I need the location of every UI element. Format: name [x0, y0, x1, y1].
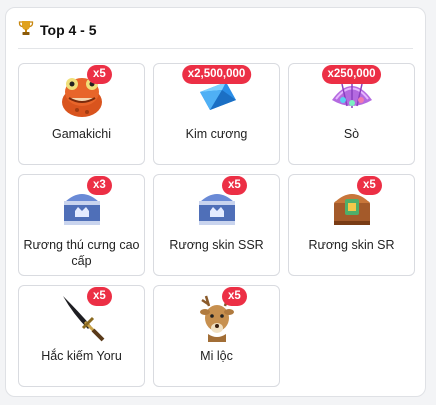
reward-card-diamond[interactable]: x2,500,000 Kim cương [153, 63, 280, 165]
reward-card-gamakichi[interactable]: x5 Gamakichi [18, 63, 145, 165]
reward-name: Rương skin SSR [169, 238, 264, 252]
reward-card-ssr-chest[interactable]: x5 Rương skin SSR [153, 174, 280, 276]
reward-name: Rương skin SR [308, 238, 395, 252]
reward-card-deer[interactable]: x5 Mi lộc [153, 285, 280, 387]
reward-card-shell[interactable]: x250,000 Sò [288, 63, 415, 165]
panel-header: Top 4 - 5 [18, 20, 97, 39]
reward-name: Kim cương [185, 127, 248, 141]
reward-name: Rương thú cưng cao cấp [23, 238, 140, 268]
quantity-badge: x5 [87, 287, 112, 306]
quantity-badge: x5 [222, 176, 247, 195]
rewards-panel: Top 4 - 5 x5 Gamakichi x2,500,000 Kim cư… [5, 7, 426, 397]
quantity-badge: x250,000 [321, 65, 382, 84]
reward-card-black-sword[interactable]: x5 Hắc kiếm Yoru [18, 285, 145, 387]
quantity-badge: x2,500,000 [181, 65, 252, 84]
quantity-badge: x5 [87, 65, 112, 84]
reward-name: Hắc kiếm Yoru [41, 349, 122, 363]
reward-name: Mi lộc [200, 349, 233, 363]
quantity-badge: x5 [357, 176, 382, 195]
panel-title: Top 4 - 5 [40, 21, 97, 38]
reward-card-sr-chest[interactable]: x5 Rương skin SR [288, 174, 415, 276]
header-divider [18, 48, 413, 49]
reward-grid: x5 Gamakichi x2,500,000 Kim cương x250,0… [18, 63, 415, 387]
reward-card-pet-chest[interactable]: x3 Rương thú cưng cao cấp [18, 174, 145, 276]
trophy-icon [18, 20, 34, 39]
quantity-badge: x3 [87, 176, 112, 195]
reward-name: Gamakichi [51, 127, 112, 141]
quantity-badge: x5 [222, 287, 247, 306]
reward-name: Sò [343, 127, 360, 141]
